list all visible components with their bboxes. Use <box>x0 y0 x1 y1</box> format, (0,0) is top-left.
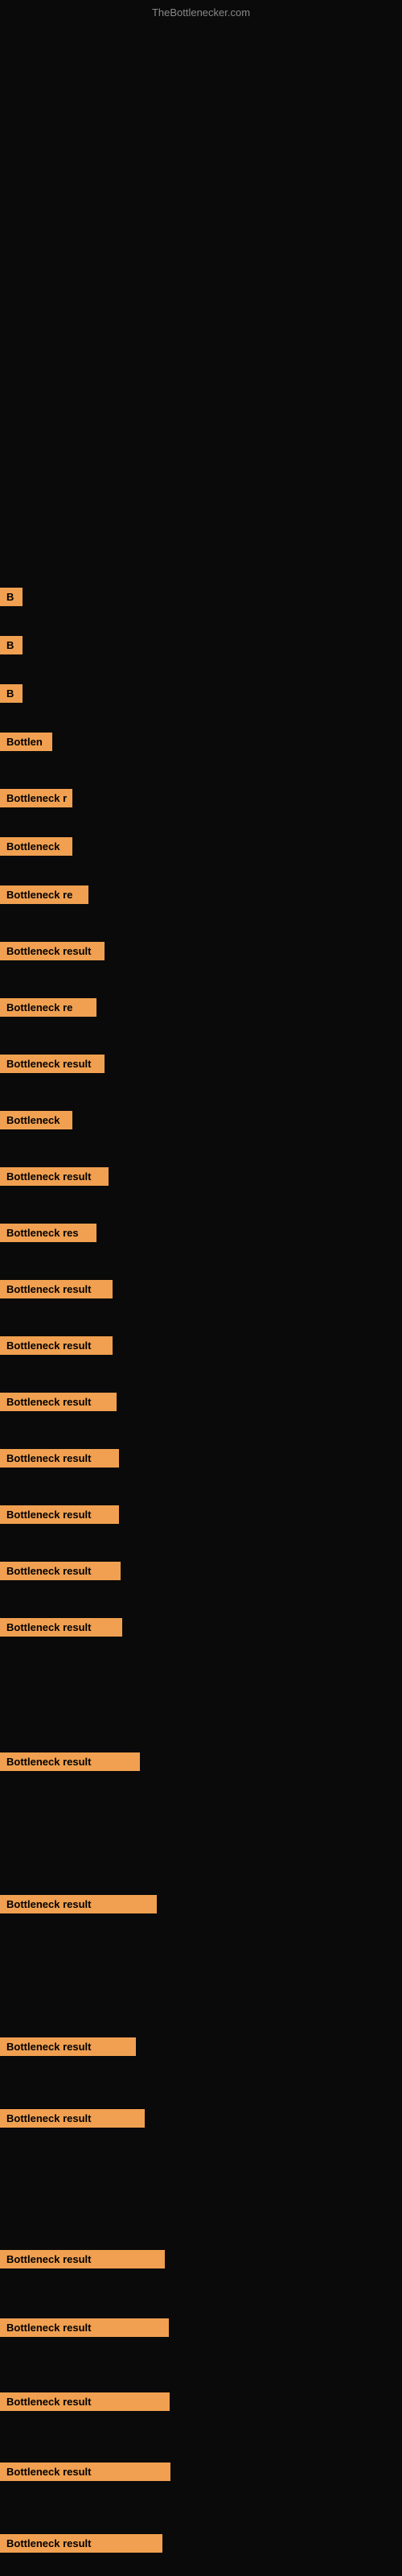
bottleneck-result-item: Bottleneck result <box>0 2037 136 2056</box>
bottleneck-result-item: B <box>0 636 23 654</box>
bottleneck-result-item: Bottleneck result <box>0 1336 113 1355</box>
bottleneck-result-item: Bottleneck result <box>0 1449 119 1468</box>
bottleneck-result-item: Bottleneck result <box>0 1562 121 1580</box>
bottleneck-result-item: Bottleneck result <box>0 942 105 960</box>
bottleneck-result-item: Bottleneck result <box>0 2392 170 2411</box>
bottleneck-result-item: Bottleneck re <box>0 998 96 1017</box>
bottleneck-result-item: Bottleneck result <box>0 1167 109 1186</box>
bottleneck-result-item: Bottleneck re <box>0 886 88 904</box>
bottleneck-result-item: Bottleneck r <box>0 789 72 807</box>
bottleneck-result-item: Bottleneck result <box>0 1752 140 1771</box>
site-title: TheBottlenecker.com <box>152 6 250 19</box>
bottleneck-result-item: Bottleneck result <box>0 1393 117 1411</box>
bottleneck-result-item: Bottleneck result <box>0 1618 122 1637</box>
bottleneck-result-item: Bottleneck result <box>0 2462 170 2481</box>
bottleneck-result-item: B <box>0 684 23 703</box>
bottleneck-result-item: Bottleneck result <box>0 2109 145 2128</box>
bottleneck-result-item: Bottleneck result <box>0 1055 105 1073</box>
bottleneck-result-item: Bottleneck result <box>0 2534 162 2553</box>
bottleneck-result-item: Bottleneck result <box>0 1505 119 1524</box>
bottleneck-result-item: B <box>0 588 23 606</box>
bottleneck-result-item: Bottlen <box>0 733 52 751</box>
bottleneck-result-item: Bottleneck result <box>0 1895 157 1913</box>
bottleneck-result-item: Bottleneck result <box>0 2250 165 2268</box>
bottleneck-result-item: Bottleneck <box>0 1111 72 1129</box>
bottleneck-result-item: Bottleneck result <box>0 1280 113 1298</box>
bottleneck-result-item: Bottleneck <box>0 837 72 856</box>
bottleneck-result-item: Bottleneck result <box>0 2318 169 2337</box>
bottleneck-result-item: Bottleneck res <box>0 1224 96 1242</box>
